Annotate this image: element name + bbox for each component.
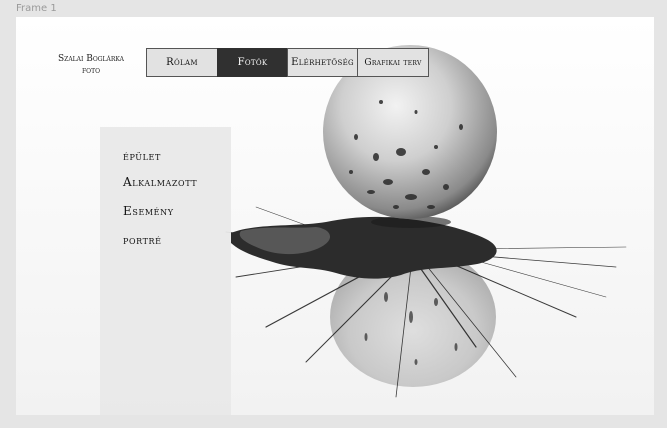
category-esemeny[interactable]: Esemény bbox=[123, 204, 174, 218]
frame-label: Frame 1 bbox=[16, 3, 57, 14]
category-epulet[interactable]: épület bbox=[123, 149, 161, 163]
category-alkalmazott[interactable]: Alkalmazott bbox=[123, 175, 197, 189]
brand-logo[interactable]: Szalai Boglárka foto bbox=[52, 53, 130, 77]
nav-item-fotok[interactable]: Fotók bbox=[217, 48, 288, 77]
page-frame: Szalai Boglárka foto Rólam Fotók Elérhet… bbox=[16, 17, 654, 415]
nav-item-grafikai-terv[interactable]: Grafikai terv bbox=[357, 48, 429, 77]
nav-item-rolam[interactable]: Rólam bbox=[146, 48, 218, 77]
brand-subtitle: foto bbox=[81, 66, 100, 76]
nav-item-elerhetoseg[interactable]: Elérhetőség bbox=[287, 48, 358, 77]
main-nav: Rólam Fotók Elérhetőség Grafikai terv bbox=[146, 48, 429, 77]
category-portre[interactable]: portré bbox=[123, 233, 162, 247]
category-sidebar: épület Alkalmazott Esemény portré bbox=[100, 127, 231, 415]
brand-name: Szalai Boglárka bbox=[58, 54, 124, 64]
